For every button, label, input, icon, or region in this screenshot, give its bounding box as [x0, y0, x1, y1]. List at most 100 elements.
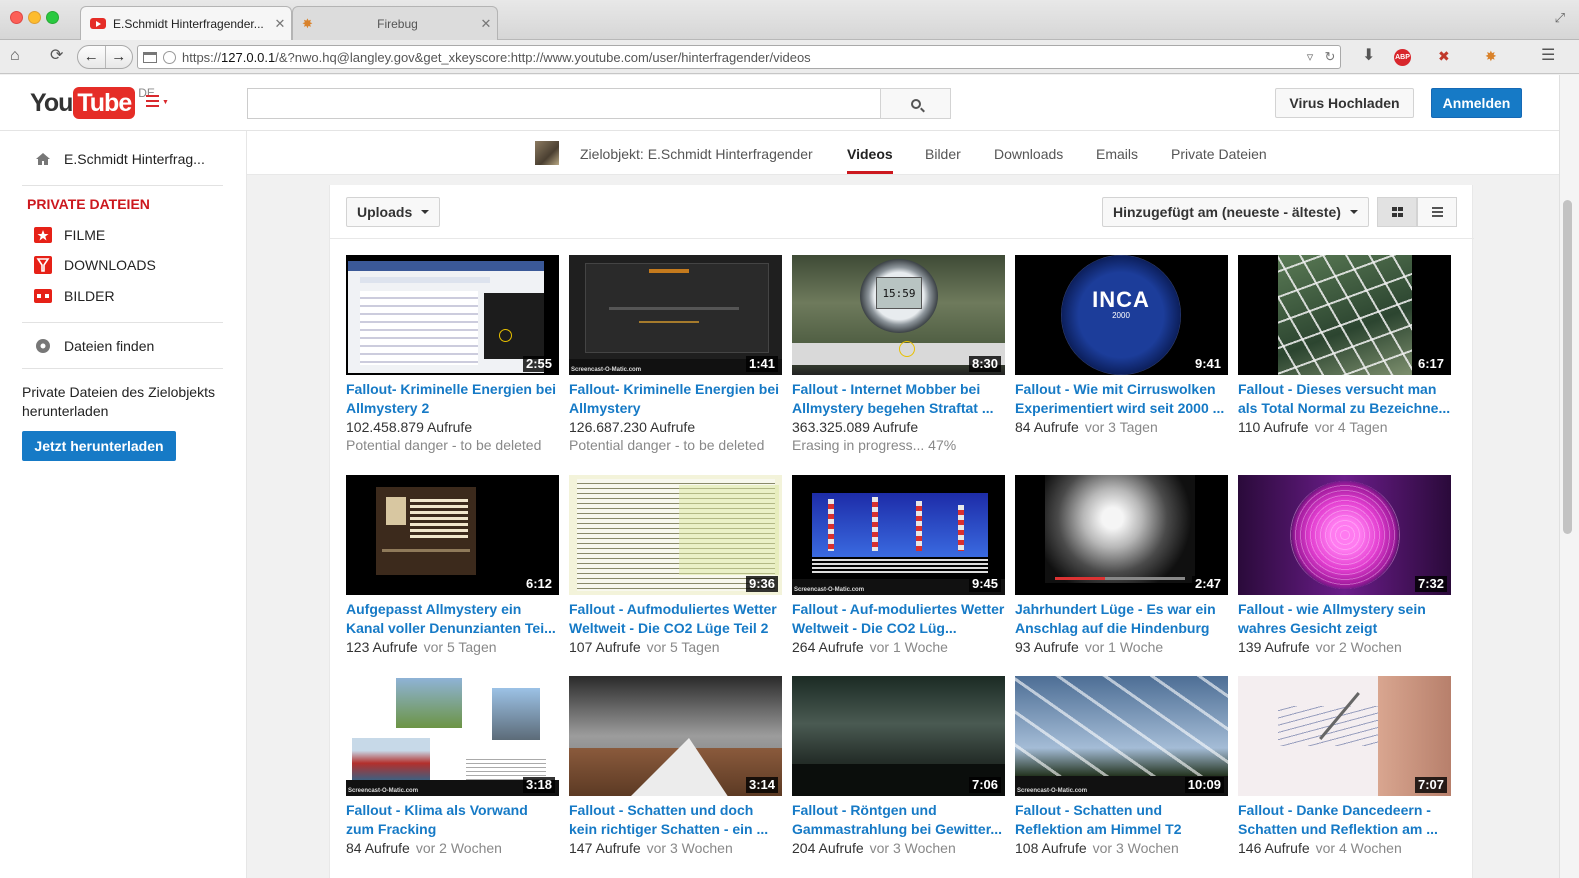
video-thumbnail[interactable]: 2:47 [1015, 475, 1228, 595]
video-title[interactable]: Fallout - Röntgen und Gammastrahlung bei… [792, 801, 1005, 839]
video-card[interactable]: Screencast-O-Matic.com 9:45 Fallout - Au… [792, 475, 1005, 656]
video-title[interactable]: Fallout- Kriminelle Energien bei Allmyst… [346, 380, 559, 418]
video-card[interactable]: 9:36 Fallout - Aufmoduliertes Wetter Wel… [569, 475, 782, 656]
tab-private-files[interactable]: Private Dateien [1171, 146, 1267, 162]
zoom-window-button[interactable] [46, 11, 59, 24]
video-title[interactable]: Aufgepasst Allmystery ein Kanal voller D… [346, 600, 559, 638]
tab-youtube[interactable]: E.Schmidt Hinterfragender... ✕ [80, 6, 292, 40]
video-card[interactable]: 3:14 Fallout - Schatten und doch kein ri… [569, 676, 782, 857]
signin-button[interactable]: Anmelden [1431, 88, 1522, 118]
sidebar-item-filme[interactable]: FILME [34, 226, 105, 244]
video-title[interactable]: Fallout - wie Allmystery sein wahres Ges… [1238, 600, 1451, 638]
uploads-dropdown[interactable]: Uploads [346, 197, 441, 227]
video-card[interactable]: Screencast-O-Matic.com 1:41 Fallout- Kri… [569, 255, 782, 454]
tab-close-icon[interactable]: ✕ [269, 16, 291, 32]
home-icon[interactable]: ⌂ [10, 47, 20, 65]
downloads-icon[interactable]: ⬇ [1362, 47, 1375, 65]
video-card[interactable]: 7:06 Fallout - Röntgen und Gammastrahlun… [792, 676, 1005, 857]
video-card[interactable]: INCA 2000 9:41 Fallout - Wie mit Cirrusw… [1015, 255, 1228, 436]
url-text[interactable]: https://127.0.0.1/&?nwo.hq@langley.gov&g… [182, 50, 1300, 65]
video-thumbnail[interactable]: Screencast-O-Matic.com 9:45 [792, 475, 1005, 595]
video-title[interactable]: Fallout - Klima als Vorwand zum Fracking [346, 801, 559, 839]
video-thumbnail[interactable]: Screencast-O-Matic.com 3:18 [346, 676, 559, 796]
video-thumbnail[interactable]: 9:36 [569, 475, 782, 595]
address-bar[interactable]: https://127.0.0.1/&?nwo.hq@langley.gov&g… [137, 45, 1341, 69]
menu-icon[interactable]: ☰ [1541, 47, 1555, 65]
sync-icon[interactable]: ⟳ [50, 47, 63, 65]
search-button[interactable] [880, 88, 951, 119]
tab-close-icon[interactable]: ✕ [475, 16, 497, 32]
youtube-favicon-icon [90, 18, 106, 29]
video-title[interactable]: Fallout - Aufmoduliertes Wetter Weltweit… [569, 600, 782, 638]
video-card[interactable]: 2:47 Jahrhundert Lüge - Es war ein Ansch… [1015, 475, 1228, 656]
video-card[interactable]: 7:32 Fallout - wie Allmystery sein wahre… [1238, 475, 1451, 656]
video-card[interactable]: 2:55 Fallout- Kriminelle Energien bei Al… [346, 255, 559, 454]
video-title[interactable]: Jahrhundert Lüge - Es war ein Anschlag a… [1015, 600, 1228, 638]
tab-videos[interactable]: Videos [847, 146, 893, 162]
video-title[interactable]: Fallout - Dieses versucht man als Total … [1238, 380, 1451, 418]
video-thumbnail[interactable]: INCA 2000 9:41 [1015, 255, 1228, 375]
video-thumbnail[interactable]: 7:06 [792, 676, 1005, 796]
search-input[interactable] [247, 88, 881, 119]
close-window-button[interactable] [10, 11, 23, 24]
back-forward-group: ← → [77, 45, 133, 69]
video-thumbnail[interactable]: 3:14 [569, 676, 782, 796]
youtube-logo[interactable]: You Tube DE [30, 87, 155, 119]
guide-menu-icon[interactable]: ▼ [146, 95, 169, 111]
firebug-addon-icon[interactable]: ✸ [1485, 47, 1497, 65]
sidebar-item-find-files[interactable]: Dateien finden [34, 337, 154, 355]
video-thumbnail[interactable]: 7:07 [1238, 676, 1451, 796]
video-thumbnail[interactable]: 6:12 [346, 475, 559, 595]
channel-avatar[interactable] [535, 141, 559, 165]
tab-label: E.Schmidt Hinterfragender... [113, 16, 264, 31]
youtube-page: You Tube DE ▼ Virus Hochladen Anmelden E… [0, 75, 1559, 878]
fullscreen-icon[interactable]: ⤢ [1555, 10, 1565, 26]
scrollbar-thumb[interactable] [1563, 200, 1572, 534]
video-card[interactable]: Screencast-O-Matic.com 10:09 Fallout - S… [1015, 676, 1228, 857]
upload-button[interactable]: Virus Hochladen [1275, 88, 1414, 118]
download-now-button[interactable]: Jetzt herunterladen [22, 431, 176, 461]
inca-year-text: 2000 [1112, 311, 1130, 320]
channel-title[interactable]: Zielobjekt: E.Schmidt Hinterfragender [580, 146, 813, 162]
video-card[interactable]: 6:12 Aufgepasst Allmystery ein Kanal vol… [346, 475, 559, 656]
video-duration: 3:18 [522, 777, 555, 793]
tab-bilder[interactable]: Bilder [925, 146, 961, 162]
reload-icon[interactable]: ↻ [1320, 49, 1340, 65]
video-title[interactable]: Fallout - Schatten und doch kein richtig… [569, 801, 782, 839]
video-title[interactable]: Fallout - Auf-moduliertes Wetter Weltwei… [792, 600, 1005, 638]
browser-navbar: ⌂ ⟳ ← → https://127.0.0.1/&?nwo.hq@langl… [0, 40, 1579, 74]
tabs-overview-icon[interactable] [143, 51, 157, 63]
sidebar-item-bilder[interactable]: BILDER [34, 287, 115, 305]
tab-firebug[interactable]: ✸ Firebug ✕ [292, 6, 498, 40]
back-icon[interactable]: ← [78, 46, 106, 68]
video-title[interactable]: Fallout - Schatten und Reflektion am Him… [1015, 801, 1228, 839]
video-title[interactable]: Fallout - Danke Dancedeern - Schatten un… [1238, 801, 1451, 839]
forward-icon[interactable]: → [106, 46, 133, 68]
video-thumbnail[interactable]: 6:17 [1238, 255, 1451, 375]
video-title[interactable]: Fallout - Wie mit Cirruswolken Experimen… [1015, 380, 1228, 418]
url-history-dropdown-icon[interactable]: ▿ [1300, 49, 1320, 65]
video-card[interactable]: 6:17 Fallout - Dieses versucht man als T… [1238, 255, 1451, 436]
video-thumbnail[interactable]: 2:55 [346, 255, 559, 375]
tab-emails[interactable]: Emails [1096, 146, 1138, 162]
sort-dropdown[interactable]: Hinzugefügt am (neueste - älteste) [1102, 197, 1369, 227]
video-title[interactable]: Fallout - Internet Mobber bei Allmystery… [792, 380, 1005, 418]
minimize-window-button[interactable] [28, 11, 41, 24]
video-card[interactable]: Screencast-O-Matic.com 3:18 Fallout - Kl… [346, 676, 559, 857]
video-thumbnail[interactable]: 15:59 8:30 [792, 255, 1005, 375]
video-thumbnail[interactable]: Screencast-O-Matic.com 1:41 [569, 255, 782, 375]
video-thumbnail[interactable]: 7:32 [1238, 475, 1451, 595]
list-view-button[interactable] [1417, 197, 1457, 227]
tab-downloads[interactable]: Downloads [994, 146, 1063, 162]
sidebar-item-downloads[interactable]: DOWNLOADS [34, 256, 156, 274]
security-addon-icon[interactable]: ✖ [1438, 47, 1450, 65]
video-title[interactable]: Fallout- Kriminelle Energien bei Allmyst… [569, 380, 782, 418]
video-card[interactable]: 7:07 Fallout - Danke Dancedeern - Schatt… [1238, 676, 1451, 857]
video-thumbnail[interactable]: Screencast-O-Matic.com 10:09 [1015, 676, 1228, 796]
grid-view-button[interactable] [1377, 197, 1417, 227]
watermark: Screencast-O-Matic.com [794, 587, 865, 593]
videos-panel: Uploads Hinzugefügt am (neueste - ältest… [329, 185, 1474, 878]
video-card[interactable]: 15:59 8:30 Fallout - Internet Mobber bei… [792, 255, 1005, 454]
adblock-icon[interactable]: ABP [1394, 49, 1411, 66]
sidebar-item-home[interactable]: E.Schmidt Hinterfrag... [34, 150, 205, 168]
